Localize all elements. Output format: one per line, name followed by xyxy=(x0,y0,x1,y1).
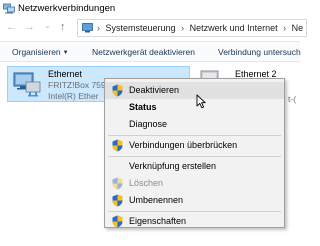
back-button[interactable]: ← xyxy=(6,21,17,33)
menu-item-label: Diagnose xyxy=(129,119,168,129)
title-bar: Netzwerkverbindungen xyxy=(0,0,300,17)
connection-adapter: Intel(R) Ether xyxy=(48,91,99,101)
menu-item-label: Umbenennen xyxy=(129,195,184,205)
menu-item-loeschen: Löschen xyxy=(105,175,284,192)
address-box[interactable]: › Systemsteuerung › Netzwerk und Interne… xyxy=(77,19,307,37)
menu-item-label: Verknüpfung erstellen xyxy=(129,161,217,171)
menu-separator xyxy=(108,135,281,136)
context-menu: Deaktivieren Status Diagnose Verbindunge… xyxy=(104,78,285,228)
menu-item-label: Status xyxy=(129,102,157,112)
menu-item-eigenschaften[interactable]: Eigenschaften xyxy=(105,213,284,230)
connection-name: Ethernet xyxy=(48,69,83,79)
breadcrumb-item-systemsteuerung[interactable]: Systemsteuerung xyxy=(106,23,176,33)
command-bar: Organisieren ▼ Netzwerkgerät deaktivieren… xyxy=(0,41,301,62)
ethernet-adapter-icon xyxy=(13,72,41,97)
connection-adapter: t-( xyxy=(288,94,297,104)
menu-separator xyxy=(108,211,281,212)
menu-item-label: Deaktivieren xyxy=(129,85,180,95)
menu-item-verbindungen-ueberbruecken[interactable]: Verbindungen überbrücken xyxy=(105,137,284,154)
uac-shield-icon xyxy=(112,139,123,152)
breadcrumb-item-netzwerk-und-internet[interactable]: Netzwerk und Internet xyxy=(190,23,278,33)
up-button[interactable]: ↑ xyxy=(60,21,66,33)
menu-item-verknuepfung-erstellen[interactable]: Verknüpfung erstellen xyxy=(105,158,284,175)
menu-item-label: Verbindungen überbrücken xyxy=(129,140,238,150)
breadcrumb-separator: › xyxy=(283,23,287,33)
menu-item-umbenennen[interactable]: Umbenennen xyxy=(105,192,284,209)
mouse-cursor-icon xyxy=(196,94,206,109)
recent-locations-button[interactable]: ⌄ xyxy=(44,20,51,32)
organize-menu-button[interactable]: Organisieren ▼ xyxy=(12,47,69,57)
control-panel-icon xyxy=(82,23,93,33)
menu-separator xyxy=(108,156,281,157)
chevron-down-icon: ▼ xyxy=(62,50,69,56)
breadcrumb-separator: › xyxy=(97,23,100,33)
menu-item-status[interactable]: Status xyxy=(105,99,284,116)
window-title: Netzwerkverbindungen xyxy=(18,3,116,14)
menu-item-label: Löschen xyxy=(129,178,164,188)
breadcrumb-separator: › xyxy=(181,23,185,33)
uac-shield-icon xyxy=(112,177,123,190)
uac-shield-icon xyxy=(112,194,123,207)
forward-button[interactable]: → xyxy=(24,21,35,33)
organize-label: Organisieren xyxy=(12,47,61,57)
deactivate-device-button[interactable]: Netzwerkgerät deaktivieren xyxy=(92,47,195,57)
menu-item-label: Eigenschaften xyxy=(129,216,187,226)
connection-network: FRITZ!Box 759 xyxy=(48,80,106,90)
network-connections-icon xyxy=(3,3,15,14)
menu-item-diagnose[interactable]: Diagnose xyxy=(105,116,284,133)
breadcrumb-item-netzwerkverbindungen[interactable]: Ne xyxy=(292,23,304,33)
menu-item-deaktivieren[interactable]: Deaktivieren xyxy=(105,82,284,99)
uac-shield-icon xyxy=(112,215,123,228)
breadcrumb: › Systemsteuerung › Netzwerk und Interne… xyxy=(97,23,306,33)
uac-shield-icon xyxy=(112,84,123,97)
navigation-bar: ← → ⌄ ↑ › Systemsteuerung › Netzwerk und… xyxy=(0,17,307,39)
diagnose-connection-button[interactable]: Verbindung untersuch xyxy=(218,47,301,57)
